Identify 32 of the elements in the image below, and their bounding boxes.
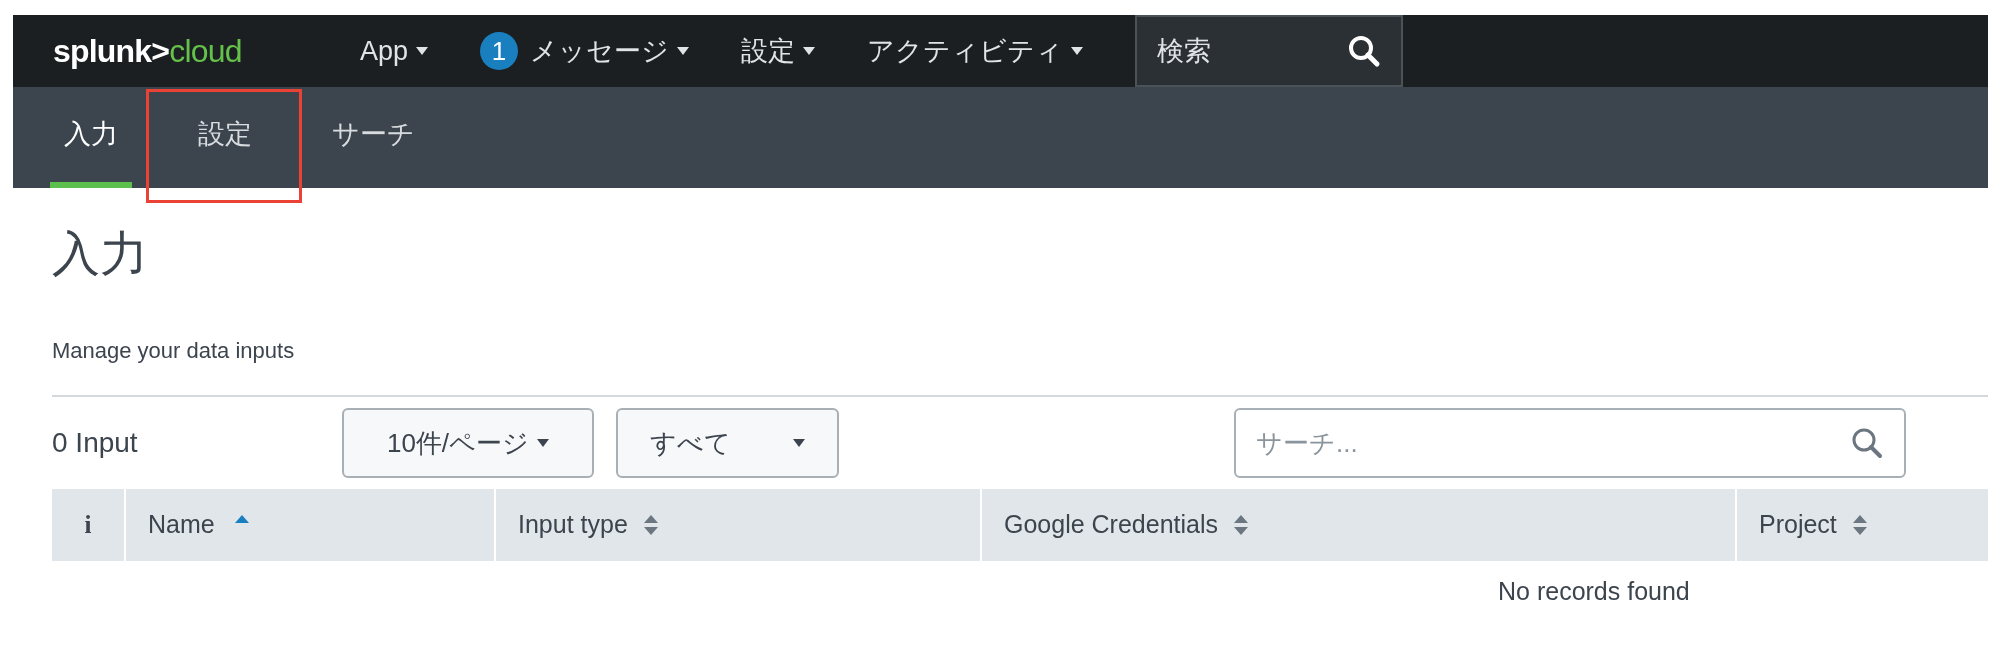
sort-icon[interactable] <box>1234 514 1248 536</box>
caret-icon <box>537 439 550 447</box>
sort-icon[interactable] <box>643 514 658 536</box>
column-header[interactable]: Input type <box>496 489 980 561</box>
caret-icon <box>677 47 690 55</box>
column-header[interactable]: Google Credentials <box>982 489 1735 561</box>
empty-message: No records found <box>1498 577 1690 605</box>
page-description: Manage your data inputs <box>52 337 296 365</box>
caret-icon <box>803 47 816 55</box>
nav-tab[interactable]: サーチ <box>318 87 429 188</box>
menu-button[interactable]: 1 メッセージ <box>480 30 690 72</box>
filter-dropdown[interactable]: すべて <box>616 408 839 478</box>
search-field[interactable]: 検索 <box>1135 15 1404 87</box>
sort-icon[interactable] <box>1852 514 1867 536</box>
column-header[interactable]: Name <box>126 489 494 561</box>
search-icon[interactable] <box>1347 34 1382 68</box>
input-count: 0 Input <box>52 426 139 460</box>
nav-tab[interactable]: 設定 <box>184 87 266 188</box>
caret-icon <box>416 47 429 55</box>
column-header[interactable]: Project <box>1737 489 1988 561</box>
menu-button[interactable]: App <box>360 30 429 72</box>
page-size-dropdown[interactable]: 10件/ページ <box>342 408 594 478</box>
nav-tab[interactable]: 入力 <box>50 87 132 188</box>
logo[interactable]: splunk>cloud <box>53 27 303 75</box>
sort-ascending-icon[interactable] <box>234 515 249 523</box>
menu-button[interactable]: 設定 <box>741 30 816 72</box>
caret-icon <box>793 439 805 447</box>
notification-badge: 1 <box>480 32 519 70</box>
menu-button[interactable]: アクティビティ <box>867 30 1084 72</box>
page-title: 入力 <box>52 230 149 278</box>
column-header[interactable]: i <box>52 489 124 561</box>
caret-icon <box>1071 47 1084 55</box>
